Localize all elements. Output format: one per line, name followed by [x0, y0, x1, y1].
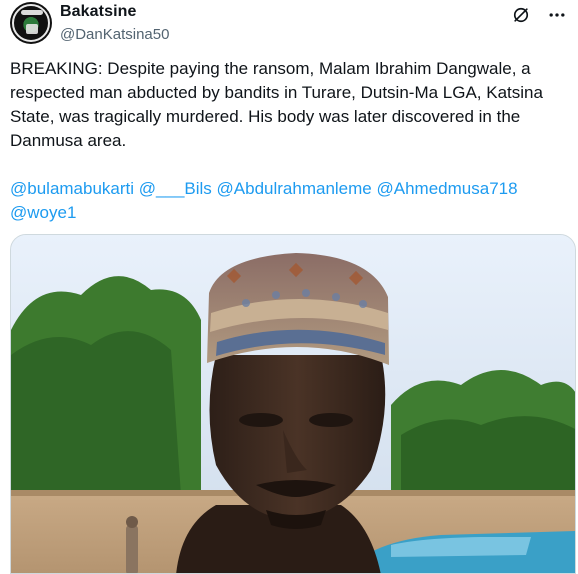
- mention-link[interactable]: @woye1: [10, 203, 76, 222]
- mentions-line: @bulamabukarti @___Bils @Abdulrahmanleme…: [10, 177, 570, 225]
- photo-illustration: [11, 235, 575, 573]
- avatar[interactable]: [10, 2, 52, 44]
- mention-link[interactable]: @bulamabukarti: [10, 179, 134, 198]
- tweet-body: BREAKING: Despite paying the ransom, Mal…: [10, 59, 543, 150]
- mention-link[interactable]: @Ahmedmusa718: [377, 179, 518, 198]
- display-name[interactable]: Bakatsine: [60, 2, 169, 22]
- tweet-text: BREAKING: Despite paying the ransom, Mal…: [10, 57, 570, 225]
- tweet-media-photo[interactable]: [10, 234, 576, 574]
- grok-slash-icon[interactable]: [510, 4, 532, 26]
- header-actions: [510, 4, 568, 26]
- more-horizontal-icon[interactable]: [546, 4, 568, 26]
- author-info: Bakatsine @DanKatsina50: [60, 2, 169, 45]
- tweet-header: Bakatsine @DanKatsina50: [10, 2, 570, 46]
- mention-link[interactable]: @Abdulrahmanleme: [217, 179, 372, 198]
- mention-link[interactable]: @___Bils: [139, 179, 212, 198]
- avatar-logo: [12, 4, 50, 42]
- handle[interactable]: @DanKatsina50: [60, 25, 169, 45]
